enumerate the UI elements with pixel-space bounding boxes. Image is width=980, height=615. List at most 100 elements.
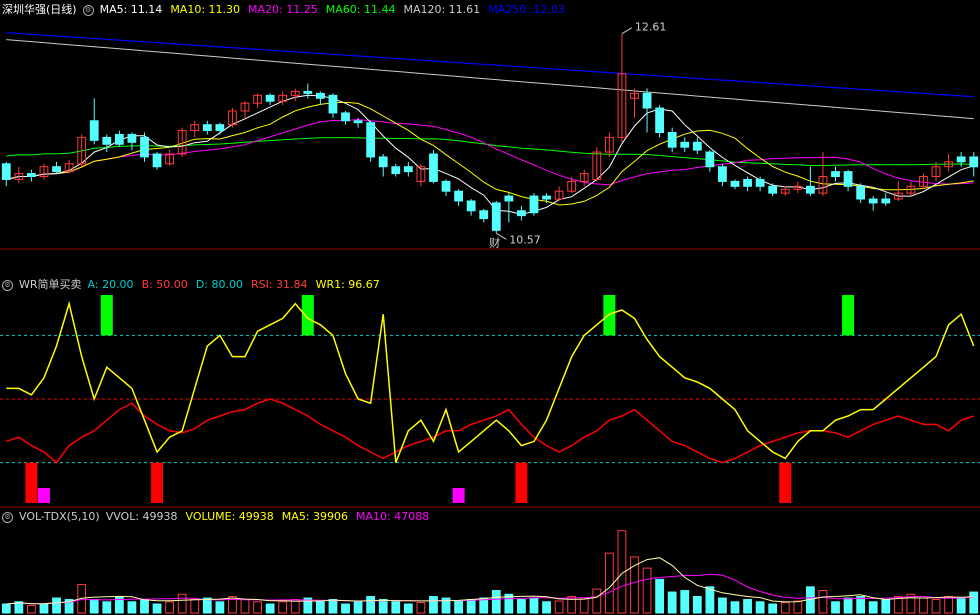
stock-chart[interactable]: 12.61 10.57 财 bbox=[0, 0, 980, 615]
volume-bar bbox=[529, 597, 539, 614]
candle bbox=[856, 185, 866, 200]
candle bbox=[403, 166, 413, 173]
mid-signal-bar bbox=[452, 488, 465, 503]
candle bbox=[969, 156, 979, 168]
price-panel: 12.61 10.57 财 bbox=[1, 21, 979, 249]
volume-bar bbox=[391, 601, 401, 614]
ma10-line bbox=[6, 101, 974, 206]
volume-bar bbox=[39, 603, 49, 614]
candle bbox=[504, 195, 514, 202]
volume-bar bbox=[692, 596, 702, 614]
volume-bar bbox=[491, 590, 501, 614]
volume-bar bbox=[919, 597, 928, 614]
volume-bar bbox=[680, 590, 690, 614]
volume-bar bbox=[743, 599, 752, 614]
candle bbox=[1, 163, 11, 180]
candle bbox=[202, 124, 212, 132]
vol-ma10-line bbox=[6, 573, 974, 605]
sell-signal-bar bbox=[515, 462, 528, 503]
volume-bar bbox=[831, 601, 840, 614]
buy-signal-bar bbox=[100, 295, 113, 336]
candle bbox=[529, 195, 539, 214]
volume-bar bbox=[718, 597, 727, 614]
volume-bar bbox=[328, 599, 338, 614]
volume-bar bbox=[969, 591, 979, 614]
candle bbox=[152, 153, 162, 168]
volume-bar bbox=[353, 601, 363, 614]
candle bbox=[52, 166, 61, 173]
vol-ma5-line bbox=[6, 557, 974, 605]
volume-bar bbox=[768, 603, 778, 614]
candle bbox=[642, 92, 652, 109]
candle bbox=[27, 173, 36, 178]
volume-bar bbox=[579, 597, 589, 614]
wr-panel bbox=[0, 295, 980, 503]
volume-bar bbox=[165, 601, 175, 614]
volume-bar bbox=[454, 600, 463, 614]
volume-bar bbox=[240, 599, 250, 614]
volume-bar bbox=[403, 603, 413, 614]
volume-bar bbox=[856, 596, 866, 614]
volume-bar bbox=[253, 601, 262, 614]
volume-bar bbox=[378, 599, 388, 614]
candle bbox=[755, 178, 765, 187]
ma60-line bbox=[6, 137, 974, 166]
candle bbox=[328, 94, 338, 114]
candle bbox=[265, 94, 275, 102]
volume-bar bbox=[592, 588, 602, 614]
candle bbox=[768, 185, 778, 194]
candle bbox=[315, 92, 325, 99]
volume-bar bbox=[868, 601, 878, 614]
volume-bar bbox=[177, 593, 187, 614]
sell-signal-bar bbox=[151, 462, 164, 503]
volume-bar bbox=[102, 601, 112, 614]
volume-bar bbox=[140, 599, 149, 614]
candle bbox=[680, 141, 690, 148]
volume-bar bbox=[642, 567, 652, 614]
volume-bar bbox=[881, 599, 891, 614]
candle bbox=[303, 90, 313, 94]
candle bbox=[479, 210, 489, 220]
candle bbox=[743, 178, 752, 187]
volume-bar bbox=[554, 600, 564, 614]
volume-bar bbox=[655, 578, 665, 614]
high-pointer bbox=[621, 27, 633, 35]
candle bbox=[705, 151, 715, 168]
candle bbox=[956, 156, 966, 163]
candle bbox=[466, 200, 476, 212]
volume-bar bbox=[517, 599, 526, 614]
volume-bar bbox=[604, 552, 614, 614]
volume-bar bbox=[755, 601, 765, 614]
candle bbox=[805, 185, 815, 194]
volume-bar bbox=[843, 597, 853, 614]
candle bbox=[429, 153, 438, 182]
volume-bar bbox=[1, 603, 11, 614]
candle bbox=[718, 166, 727, 182]
candle bbox=[140, 136, 149, 158]
candle bbox=[353, 120, 363, 124]
candle bbox=[366, 122, 376, 158]
candle bbox=[542, 195, 551, 200]
volume-bar bbox=[315, 601, 325, 614]
volume-bar bbox=[542, 601, 551, 614]
volume-bar bbox=[265, 603, 275, 614]
volume-bar bbox=[780, 602, 790, 614]
ma20-line bbox=[6, 118, 974, 186]
volume-bar bbox=[416, 602, 426, 614]
candle bbox=[831, 171, 840, 178]
candle bbox=[341, 112, 350, 122]
event-marker: 财 bbox=[489, 235, 500, 249]
volume-bar bbox=[341, 603, 350, 614]
candle bbox=[391, 166, 401, 175]
volume-bar bbox=[818, 590, 828, 614]
volume-bar bbox=[190, 599, 200, 614]
volume-bar bbox=[705, 586, 715, 614]
candle bbox=[89, 120, 99, 141]
high-label: 12.61 bbox=[635, 21, 667, 34]
volume-bar bbox=[366, 596, 376, 614]
low-label: 10.57 bbox=[509, 233, 541, 246]
volume-bar bbox=[127, 601, 137, 614]
candle bbox=[843, 171, 853, 187]
volume-bar bbox=[931, 599, 941, 614]
volume-bar bbox=[429, 596, 438, 614]
